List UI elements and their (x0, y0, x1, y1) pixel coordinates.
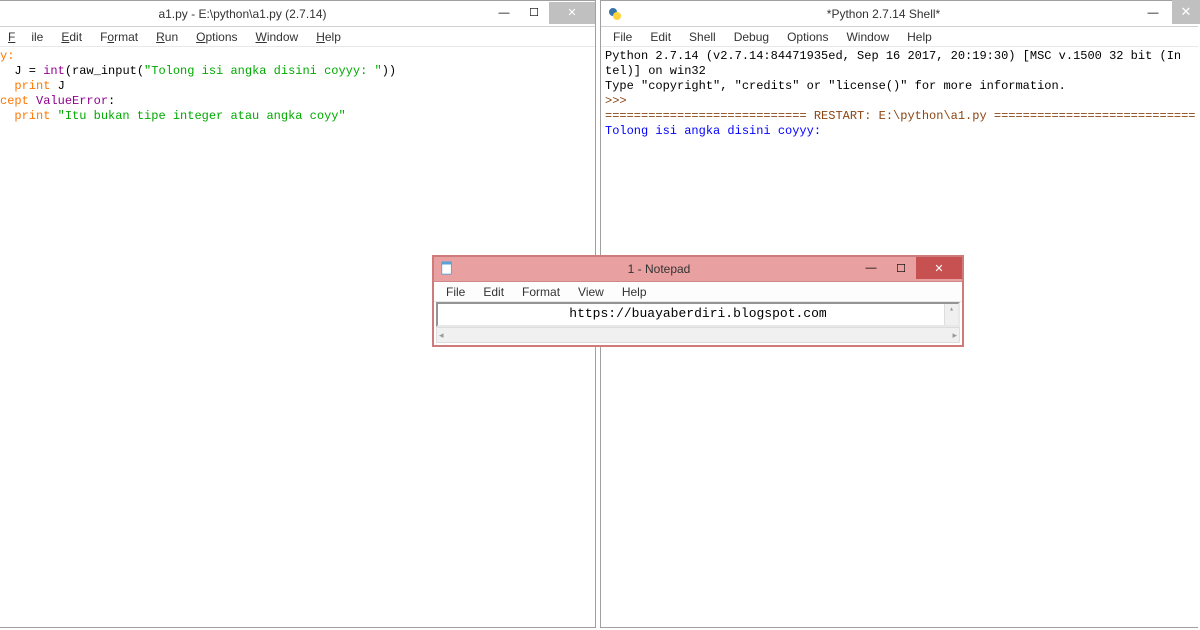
notepad-close-button[interactable]: ✕ (916, 257, 962, 279)
shell-minimize-button[interactable]: — (1138, 2, 1168, 24)
notepad-content: https://buayaberdiri.blogspot.com (569, 306, 826, 321)
outer-close-button[interactable]: ✕ (1172, 0, 1200, 24)
notepad-menu-format[interactable]: Format (514, 285, 568, 299)
editor-titlebar[interactable]: a1.py - E:\python\a1.py (2.7.14) — ☐ ✕ (0, 1, 595, 27)
editor-menu-run[interactable]: Run (148, 30, 186, 44)
notepad-titlebar[interactable]: 1 - Notepad — ☐ ✕ (434, 257, 962, 282)
notepad-menubar: File Edit Format View Help (434, 282, 962, 302)
shell-menubar: File Edit Shell Debug Options Window Hel… (601, 27, 1198, 47)
notepad-minimize-button[interactable]: — (856, 257, 886, 279)
editor-menu-help[interactable]: Help (308, 30, 349, 44)
notepad-text-area[interactable]: https://buayaberdiri.blogspot.com ▴ (436, 302, 960, 327)
notepad-menu-help[interactable]: Help (614, 285, 655, 299)
notepad-menu-edit[interactable]: Edit (475, 285, 512, 299)
editor-menubar: File Edit Format Run Options Window Help (0, 27, 595, 47)
editor-menu-file[interactable]: File (0, 30, 51, 44)
shell-menu-file[interactable]: File (605, 30, 640, 44)
shell-menu-help[interactable]: Help (899, 30, 940, 44)
shell-title: *Python 2.7.14 Shell* (629, 7, 1138, 21)
shell-menu-shell[interactable]: Shell (681, 30, 724, 44)
shell-menu-window[interactable]: Window (838, 30, 897, 44)
notepad-menu-file[interactable]: File (438, 285, 473, 299)
editor-minimize-button[interactable]: — (489, 2, 519, 24)
notepad-title: 1 - Notepad (462, 262, 856, 276)
notepad-menu-view[interactable]: View (570, 285, 612, 299)
shell-menu-edit[interactable]: Edit (642, 30, 679, 44)
editor-close-button[interactable]: ✕ (549, 2, 595, 24)
notepad-vertical-scrollbar[interactable]: ▴ (944, 304, 958, 325)
python-icon (607, 6, 623, 22)
notepad-horizontal-scrollbar[interactable]: ◂▸ (436, 327, 960, 343)
editor-title: a1.py - E:\python\a1.py (2.7.14) (0, 7, 489, 21)
editor-menu-options[interactable]: Options (188, 30, 245, 44)
shell-menu-options[interactable]: Options (779, 30, 836, 44)
editor-maximize-button[interactable]: ☐ (519, 2, 549, 24)
editor-menu-format[interactable]: Format (92, 30, 146, 44)
notepad-window: 1 - Notepad — ☐ ✕ File Edit Format View … (432, 255, 964, 347)
shell-menu-debug[interactable]: Debug (726, 30, 777, 44)
notepad-maximize-button[interactable]: ☐ (886, 257, 916, 279)
editor-menu-window[interactable]: Window (248, 30, 307, 44)
notepad-icon (440, 261, 456, 277)
editor-menu-edit[interactable]: Edit (53, 30, 90, 44)
shell-titlebar[interactable]: *Python 2.7.14 Shell* — ☐ (601, 1, 1198, 27)
